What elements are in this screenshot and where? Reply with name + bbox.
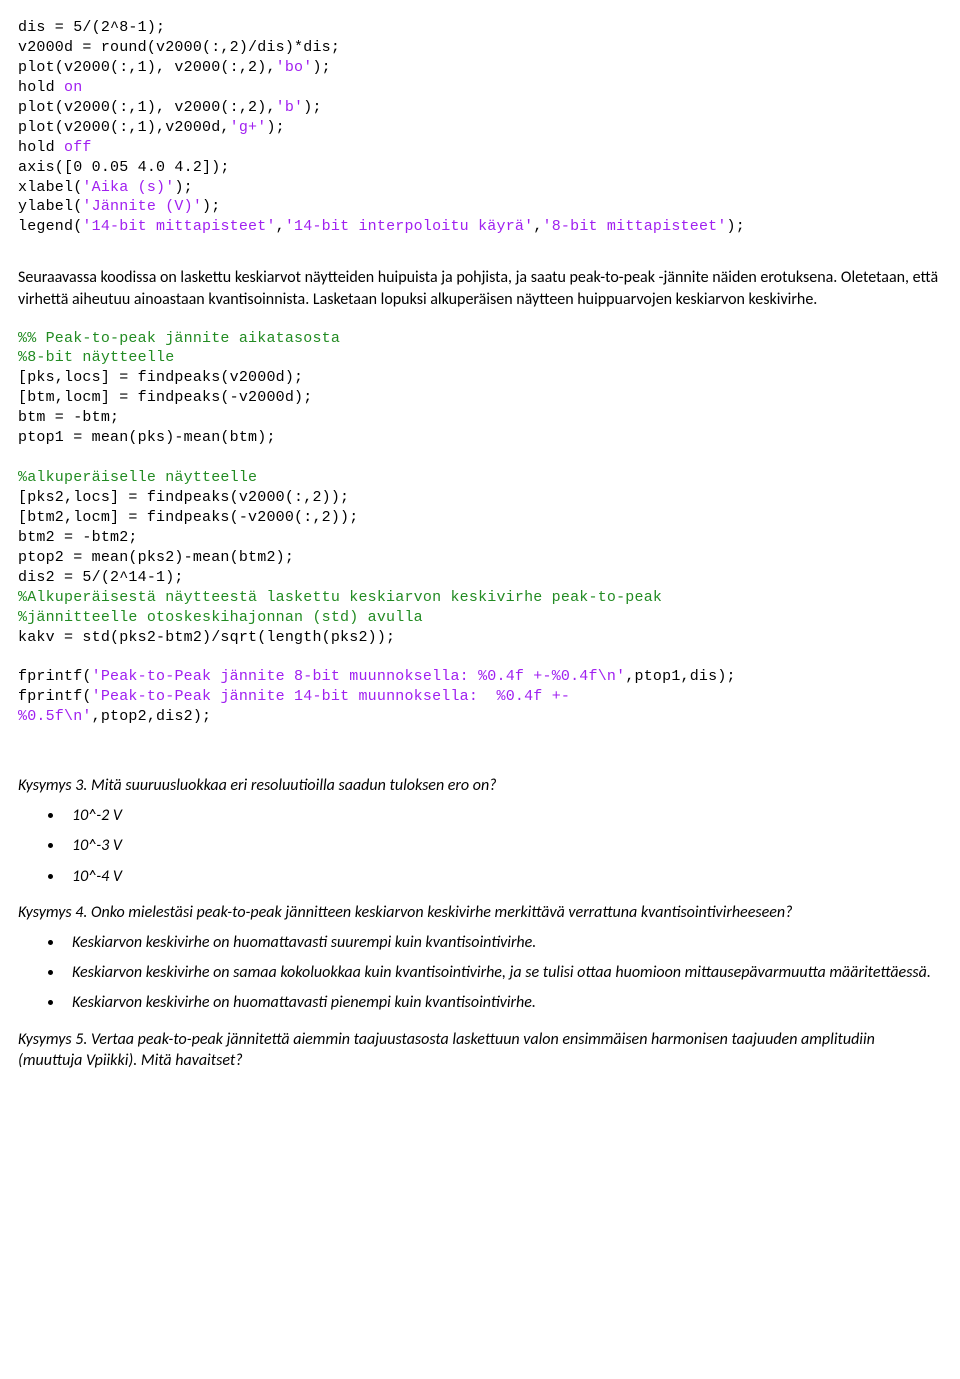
code-line: btm = -btm; bbox=[18, 409, 119, 426]
code-line: [pks2,locs] = findpeaks(v2000(:,2)); bbox=[18, 489, 349, 506]
code-string: 'Peak-to-Peak jännite 8-bit muunnoksella… bbox=[92, 668, 626, 685]
q4-option-3: Keskiarvon keskivirhe on huomattavasti p… bbox=[64, 988, 942, 1018]
code-text: hold bbox=[18, 79, 64, 96]
code-string: '14-bit mittapisteet' bbox=[82, 218, 275, 235]
code-string: 'Peak-to-Peak jännite 14-bit muunnoksell… bbox=[92, 688, 570, 705]
code-text: , bbox=[276, 218, 285, 235]
code-text: ,ptop2,dis2); bbox=[92, 708, 212, 725]
question-4-options: Keskiarvon keskivirhe on huomattavasti s… bbox=[18, 928, 942, 1019]
code-comment: %alkuperäiselle näytteelle bbox=[18, 469, 257, 486]
code-block-1: dis = 5/(2^8-1); v2000d = round(v2000(:,… bbox=[18, 18, 942, 237]
q4-option-2: Keskiarvon keskivirhe on samaa kokoluokk… bbox=[64, 958, 942, 988]
code-line: dis2 = 5/(2^14-1); bbox=[18, 569, 184, 586]
code-text: ); bbox=[303, 99, 321, 116]
code-text: fprintf( bbox=[18, 688, 92, 705]
code-text: ); bbox=[312, 59, 330, 76]
code-comment: %8-bit näytteelle bbox=[18, 349, 174, 366]
code-line: kakv = std(pks2-btm2)/sqrt(length(pks2))… bbox=[18, 629, 395, 646]
code-string: 'Jännite (V)' bbox=[82, 198, 202, 215]
code-text: hold bbox=[18, 139, 64, 156]
code-text: fprintf( bbox=[18, 668, 92, 685]
code-comment: %jännitteelle otoskeskihajonnan (std) av… bbox=[18, 609, 423, 626]
question-4-title: Kysymys 4. Onko mielestäsi peak-to-peak … bbox=[18, 902, 942, 924]
code-block-2: %% Peak-to-peak jännite aikatasosta %8-b… bbox=[18, 329, 942, 728]
paragraph-intro: Seuraavassa koodissa on laskettu keskiar… bbox=[18, 267, 942, 310]
code-string: 'bo' bbox=[276, 59, 313, 76]
code-string: 'Aika (s)' bbox=[82, 179, 174, 196]
code-line: dis = 5/(2^8-1); bbox=[18, 19, 165, 36]
code-line: plot(v2000(:,1),v2000d, bbox=[18, 119, 230, 136]
code-text: ); bbox=[266, 119, 284, 136]
code-line: plot(v2000(:,1), v2000(:,2), bbox=[18, 99, 276, 116]
code-text: xlabel( bbox=[18, 179, 82, 196]
code-line: v2000d = round(v2000(:,2)/dis)*dis; bbox=[18, 39, 340, 56]
q3-option-3: 10^-4 V bbox=[64, 862, 942, 892]
code-string: 'b' bbox=[276, 99, 304, 116]
code-text: ); bbox=[174, 179, 192, 196]
code-line: axis([0 0.05 4.0 4.2]); bbox=[18, 159, 230, 176]
code-line: plot(v2000(:,1), v2000(:,2), bbox=[18, 59, 276, 76]
code-line: [pks,locs] = findpeaks(v2000d); bbox=[18, 369, 303, 386]
code-string: '8-bit mittapisteet' bbox=[543, 218, 727, 235]
code-comment: %Alkuperäisestä näytteestä laskettu kesk… bbox=[18, 589, 662, 606]
code-line: ptop1 = mean(pks)-mean(btm); bbox=[18, 429, 276, 446]
code-text: legend( bbox=[18, 218, 82, 235]
q4-option-1: Keskiarvon keskivirhe on huomattavasti s… bbox=[64, 928, 942, 958]
code-line: [btm2,locm] = findpeaks(-v2000(:,2)); bbox=[18, 509, 358, 526]
code-string: '14-bit interpoloitu käyrä' bbox=[285, 218, 533, 235]
code-comment: %% Peak-to-peak jännite aikatasosta bbox=[18, 330, 340, 347]
code-keyword: off bbox=[64, 139, 92, 156]
code-text: ylabel( bbox=[18, 198, 82, 215]
question-5-title: Kysymys 5. Vertaa peak-to-peak jännitett… bbox=[18, 1029, 942, 1072]
code-text: ,ptop1,dis); bbox=[625, 668, 735, 685]
code-text: , bbox=[533, 218, 542, 235]
q3-option-1: 10^-2 V bbox=[64, 801, 942, 831]
code-line: [btm,locm] = findpeaks(-v2000d); bbox=[18, 389, 312, 406]
code-string: %0.5f\n' bbox=[18, 708, 92, 725]
code-line: btm2 = -btm2; bbox=[18, 529, 138, 546]
code-keyword: on bbox=[64, 79, 82, 96]
code-line: ptop2 = mean(pks2)-mean(btm2); bbox=[18, 549, 294, 566]
question-3-title: Kysymys 3. Mitä suuruusluokkaa eri resol… bbox=[18, 775, 942, 797]
code-text: ); bbox=[202, 198, 220, 215]
code-string: 'g+' bbox=[230, 119, 267, 136]
q3-option-2: 10^-3 V bbox=[64, 831, 942, 861]
code-text: ); bbox=[727, 218, 745, 235]
question-3-options: 10^-2 V 10^-3 V 10^-4 V bbox=[18, 801, 942, 892]
